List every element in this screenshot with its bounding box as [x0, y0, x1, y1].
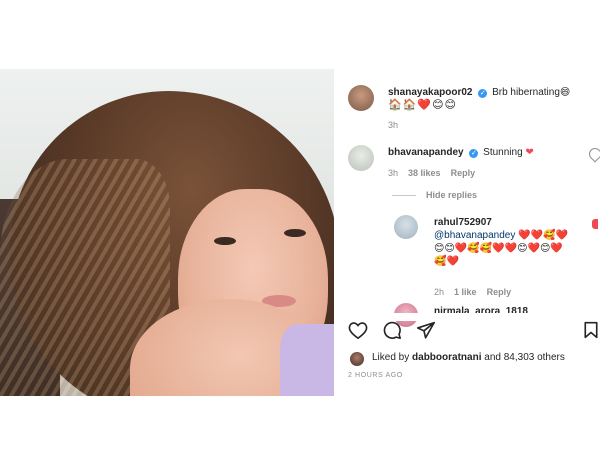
photo-left-eye [214, 237, 236, 245]
post-timestamp: 2 HOURS AGO [348, 372, 403, 379]
photo-top-strap [280, 324, 334, 396]
post-photo[interactable] [0, 69, 334, 396]
comment-like-icon[interactable] [586, 145, 600, 163]
liked-by-line[interactable]: Liked by dabbooratnani and 84,303 others [372, 351, 565, 364]
comment-reply-button[interactable]: Reply [451, 168, 476, 178]
hide-replies-button[interactable]: Hide replies [426, 189, 477, 202]
bookmark-icon [584, 321, 598, 339]
comment-meta: 3h 38 likes Reply [388, 167, 475, 180]
caption-username[interactable]: shanayakapoor02 [388, 87, 473, 98]
comment-line: bhavanapandey ✓ Stunning ❤ [388, 146, 534, 159]
comments-panel: shanayakapoor02 ✓ Brb hibernating😄 🏠🏠❤️😊… [334, 69, 600, 396]
comment-text: Stunning [483, 147, 523, 158]
reply-mention[interactable]: @bhavanapandey [434, 230, 515, 241]
comment-username[interactable]: bhavanapandey [388, 147, 464, 158]
comment-button[interactable] [382, 321, 402, 344]
caption-emoji: 😄 [559, 87, 571, 98]
reply-time: 2h [434, 287, 445, 297]
scroll-clip [334, 313, 600, 321]
reply-username[interactable]: rahul752907 [434, 216, 492, 229]
reply-meta: 2h 1 like Reply [434, 286, 511, 299]
avatar[interactable] [348, 145, 374, 171]
heart-emoji-icon: ❤ [525, 147, 534, 158]
heart-outline-icon [348, 322, 368, 340]
like-button[interactable] [348, 321, 368, 344]
caption-text: Brb hibernating [492, 87, 560, 98]
verified-badge-icon: ✓ [478, 89, 488, 98]
verified-badge-icon: ✓ [469, 149, 479, 158]
avatar[interactable] [394, 215, 418, 239]
reply-text: @bhavanapandey ❤️❤️🥰❤️😊😊❤️🥰🥰❤️❤️😊❤️😊❤️🥰❤… [434, 229, 568, 268]
caption-emojis: 🏠🏠❤️😊😊 [388, 99, 458, 111]
caption-line: shanayakapoor02 ✓ Brb hibernating😄 [388, 86, 570, 99]
reply-like-icon[interactable] [592, 219, 598, 229]
share-button[interactable] [416, 321, 436, 344]
liked-by-suffix[interactable]: and 84,303 others [484, 352, 565, 363]
paper-plane-icon [417, 321, 435, 339]
liked-by-user[interactable]: dabbooratnani [412, 352, 481, 363]
reply-likes[interactable]: 1 like [454, 287, 477, 297]
save-button[interactable] [582, 321, 600, 344]
reply-reply-button[interactable]: Reply [487, 287, 512, 297]
photo-right-eye [284, 229, 306, 237]
instagram-post: shanayakapoor02 ✓ Brb hibernating😄 🏠🏠❤️😊… [0, 69, 600, 396]
caption-time: 3h [388, 120, 399, 130]
liked-by-prefix: Liked by [372, 352, 410, 363]
comment-time: 3h [388, 168, 399, 178]
comment-likes[interactable]: 38 likes [408, 168, 441, 178]
action-bar [334, 321, 600, 347]
comment-icon [383, 321, 401, 339]
avatar[interactable] [348, 85, 374, 111]
avatar[interactable] [350, 352, 364, 366]
divider [392, 195, 416, 196]
